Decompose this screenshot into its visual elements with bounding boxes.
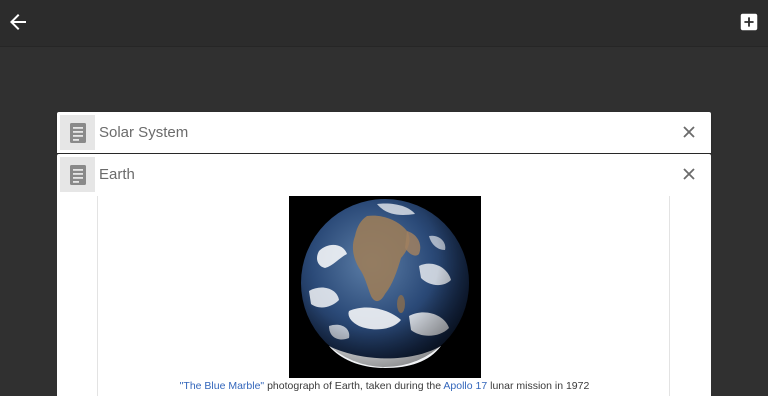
earth-image[interactable] xyxy=(289,196,481,378)
arrow-left-icon xyxy=(10,14,26,30)
new-tab-button[interactable] xyxy=(738,11,760,33)
tab-card-solar-system[interactable]: Solar System xyxy=(57,112,711,153)
tab-icon-container xyxy=(60,157,95,192)
close-tab-button[interactable] xyxy=(681,166,697,182)
article-icon xyxy=(69,122,86,143)
close-icon xyxy=(683,168,695,180)
blue-marble-link[interactable]: "The Blue Marble" xyxy=(180,380,265,392)
article-preview[interactable]: "The Blue Marble" photograph of Earth, t… xyxy=(57,196,711,396)
close-tab-button[interactable] xyxy=(681,124,697,140)
tab-title: Earth xyxy=(99,166,135,183)
tab-card-earth[interactable]: Earth xyxy=(57,154,711,196)
top-toolbar xyxy=(0,0,768,47)
tab-icon-container xyxy=(60,115,95,150)
image-caption: "The Blue Marble" photograph of Earth, t… xyxy=(98,380,671,392)
add-box-icon xyxy=(740,13,758,31)
caption-text-1: photograph of Earth, taken during the xyxy=(264,380,444,392)
apollo-17-link[interactable]: Apollo 17 xyxy=(443,380,487,392)
caption-text-2: lunar mission in 1972 xyxy=(487,380,590,392)
earth-globe-image xyxy=(301,199,469,368)
close-icon xyxy=(683,126,695,138)
article-content: "The Blue Marble" photograph of Earth, t… xyxy=(97,196,670,396)
tab-title: Solar System xyxy=(99,124,189,141)
article-icon xyxy=(69,164,86,185)
back-button[interactable] xyxy=(6,10,30,34)
